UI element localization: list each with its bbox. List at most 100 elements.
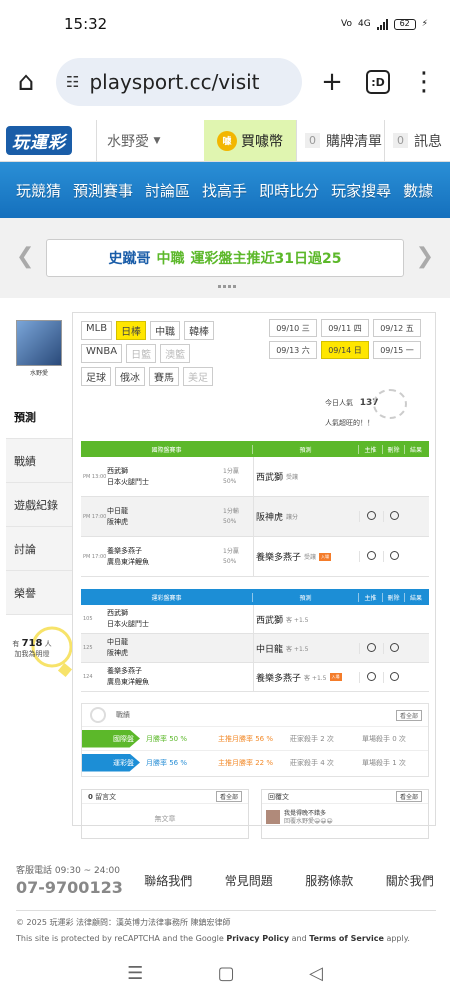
away-team: 西武獅 [107, 466, 128, 475]
footer-link-contact[interactable]: 聯絡我們 [144, 872, 192, 889]
sport-horse[interactable]: 賽馬 [149, 367, 179, 386]
status-icons: Vo 4G 62 ⚡ [341, 18, 428, 30]
footer-link-faq[interactable]: 常見問題 [225, 872, 273, 889]
delete-radio[interactable] [390, 511, 399, 520]
sport-kbo[interactable]: 韓棒 [184, 321, 215, 340]
terms-link[interactable]: Terms of Service [309, 934, 384, 943]
main-pick-radio[interactable] [367, 551, 376, 560]
messages-link[interactable]: 0 訊息 [384, 120, 450, 161]
buy-coin-button[interactable]: 噱買噱幣 [204, 120, 296, 161]
record-stat: 單場殺手 1 次 [362, 758, 406, 767]
date-text: 09/12 [380, 323, 404, 333]
pick-team: 阪神虎 [256, 513, 284, 523]
avatar[interactable] [16, 320, 62, 366]
see-all-button[interactable]: 看全部 [395, 791, 422, 802]
date-0912[interactable]: 09/12 五 [373, 319, 421, 337]
back-icon[interactable]: ◁ [309, 963, 323, 984]
reply-item[interactable]: 我覺得晚不錯多 回覆水野愛😀😀😀 [262, 804, 428, 832]
weekday-text: 五 [405, 323, 414, 333]
date-0913[interactable]: 09/13 六 [269, 341, 317, 359]
handicap-pct: 50% [223, 477, 237, 485]
sport-wnba[interactable]: WNBA [81, 344, 123, 363]
pick-note: 客 +1.5 [286, 645, 309, 653]
home-icon[interactable]: ⌂ [10, 66, 42, 98]
date-0914[interactable]: 09/14 日 [321, 341, 369, 359]
game-time: PM 13:00 [83, 473, 107, 480]
pick-team: 西武獅 [256, 615, 284, 626]
main-pick-radio[interactable] [367, 511, 376, 520]
delete-radio[interactable] [390, 551, 399, 560]
date-0910[interactable]: 09/10 三 [269, 319, 317, 337]
logo-text: 玩運彩 [6, 126, 72, 155]
date-0915[interactable]: 09/15 一 [373, 341, 421, 359]
date-0911[interactable]: 09/11 四 [321, 319, 369, 337]
delete-radio[interactable] [390, 671, 399, 681]
sport-ru-hockey[interactable]: 俄冰 [115, 367, 145, 386]
chevron-left-icon[interactable]: ❮ [16, 244, 34, 269]
away-team: 中日龍 [107, 506, 128, 515]
address-bar[interactable]: ☷ playsport.cc/visit [56, 58, 302, 106]
cart-link[interactable]: 0 購牌清單 [296, 120, 384, 161]
see-all-button[interactable]: 看全部 [395, 709, 422, 721]
banner-card[interactable]: 史蹴哥 中職 運彩盤主推近31日過25 [46, 239, 404, 277]
home-button-icon[interactable]: ▢ [218, 963, 235, 984]
nav-item[interactable]: 玩競猜 [16, 180, 61, 201]
main-nav: 玩競猜 預測賽事 討論區 找高手 即時比分 玩家搜尋 數據 [0, 162, 450, 218]
sport-soccer[interactable]: 足球 [81, 367, 111, 386]
sport-cpbl[interactable]: 中職 [150, 321, 181, 340]
site-topbar: 玩運彩 水野愛 ▼ 噱買噱幣 0 購牌清單 0 訊息 [0, 120, 450, 162]
nav-item[interactable]: 預測賽事 [73, 180, 133, 201]
pick-note: 讓分 [286, 514, 299, 521]
pick-team: 養樂多燕子 [256, 673, 302, 684]
hotline-number[interactable]: 07-9700123 [16, 878, 128, 897]
battery-icon: 62 [393, 18, 416, 30]
see-all-button[interactable]: 看全部 [215, 791, 242, 802]
lamp-follow-button[interactable]: 有 718 人 加我為明燈 [8, 626, 73, 678]
tab-switcher-button[interactable]: :D [362, 66, 394, 98]
banner-name: 史蹴哥 [108, 251, 151, 267]
pick-note: 客 +1.5 [286, 616, 309, 624]
coin-icon: 噱 [217, 130, 237, 151]
new-tab-icon[interactable]: + [316, 66, 348, 98]
status-time: 15:32 [64, 15, 108, 33]
privacy-policy-link[interactable]: Privacy Policy [226, 934, 289, 943]
table-header: 國際盤賽事 預測 主推 刪除 結果 [81, 441, 429, 457]
record-title: 戰績 [116, 711, 130, 719]
mascot-icon [373, 389, 407, 419]
nav-item[interactable]: 數據 [403, 180, 433, 201]
handicap-pct: 50% [223, 517, 237, 525]
user-menu[interactable]: 水野愛 ▼ [96, 120, 204, 161]
popularity: 今日人氣 137 人氣超旺的！！ [325, 393, 378, 433]
posts-title: 留言文 [95, 792, 117, 801]
nav-item[interactable]: 找高手 [202, 180, 247, 201]
sidebar-item-honor[interactable]: 榮譽 [6, 571, 72, 615]
nav-item[interactable]: 即時比分 [259, 180, 319, 201]
date-picker: 09/10 三 09/11 四 09/12 五 09/13 六 09/14 日 … [269, 319, 425, 359]
nav-item[interactable]: 玩家搜尋 [331, 180, 391, 201]
promo-banner: ❮ 史蹴哥 中職 運彩盤主推近31日過25 ❯ [0, 218, 450, 298]
footer-link-terms[interactable]: 服務條款 [305, 872, 353, 889]
footer-link-about[interactable]: 關於我們 [386, 872, 434, 889]
reply-meta: 回覆水野愛😀😀😀 [284, 818, 333, 825]
pick-note: 客 +1.5 [304, 674, 327, 682]
date-text: 09/15 [380, 345, 404, 355]
chevron-right-icon[interactable]: ❯ [416, 244, 434, 269]
cart-label: 購牌清單 [326, 133, 382, 150]
main-pick-radio[interactable] [367, 671, 376, 681]
table-row: 125 中日龍 阪神虎 中日龍客 +1.5 [81, 634, 429, 663]
col-header: 刪除 [383, 592, 405, 602]
sport-npb[interactable]: 日棒 [116, 321, 147, 340]
recents-icon[interactable]: ☰ [127, 963, 143, 984]
more-menu-icon[interactable]: ⋮ [408, 66, 440, 98]
delete-radio[interactable] [390, 642, 399, 652]
nav-item[interactable]: 討論區 [145, 180, 190, 201]
sidebar-item-predict[interactable]: 預測 [6, 395, 72, 439]
weekday-text: 一 [405, 345, 414, 355]
sidebar-item-game-log[interactable]: 遊戲紀錄 [6, 483, 72, 527]
site-logo[interactable]: 玩運彩 [0, 120, 96, 161]
sidebar-item-discuss[interactable]: 討論 [6, 527, 72, 571]
site-settings-icon[interactable]: ☷ [66, 73, 79, 91]
main-pick-radio[interactable] [367, 642, 376, 652]
sidebar-item-record[interactable]: 戰績 [6, 439, 72, 483]
sport-mlb[interactable]: MLB [81, 321, 113, 340]
